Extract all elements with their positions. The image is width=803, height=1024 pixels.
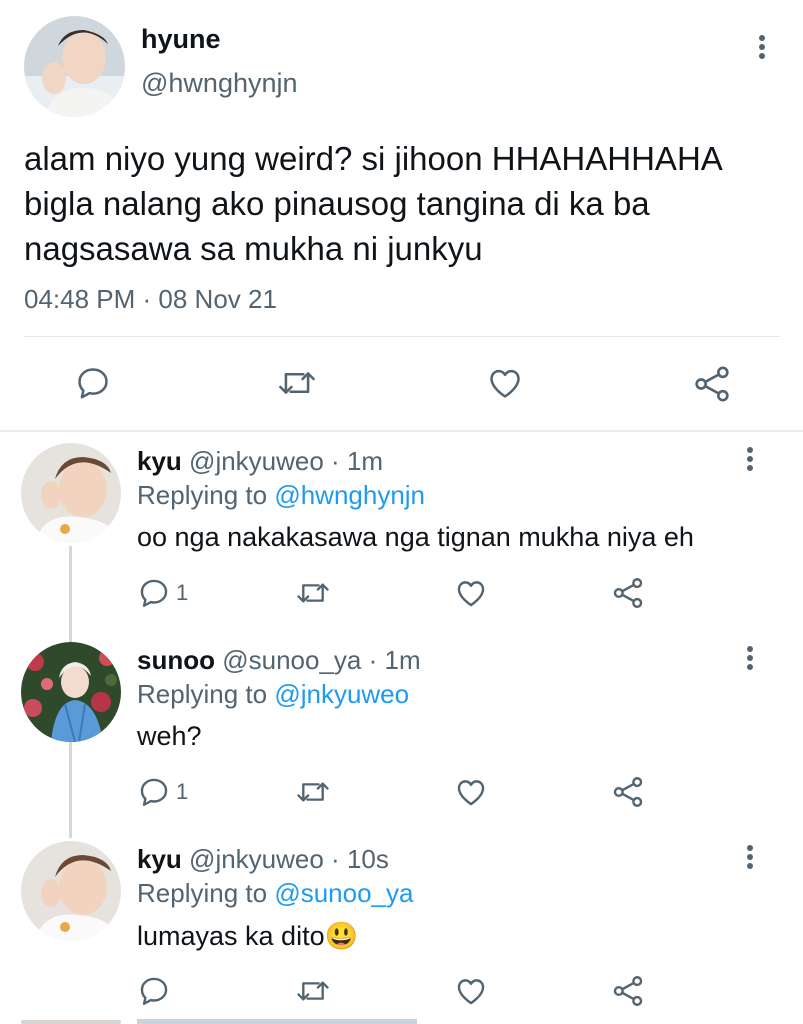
reply-icon[interactable] — [137, 576, 171, 610]
display-name[interactable]: kyu — [137, 446, 182, 476]
share-icon[interactable] — [692, 364, 732, 404]
reply-text: lumayas ka dito — [137, 921, 325, 951]
reply-count: 1 — [176, 580, 189, 605]
reply-header: sunoo @sunoo_ya · 1m — [137, 645, 421, 676]
more-options-icon[interactable] — [750, 32, 774, 68]
user-handle[interactable]: @hwnghynjn — [141, 68, 298, 99]
share-icon[interactable] — [611, 974, 645, 1008]
section-divider — [0, 430, 803, 432]
like-icon[interactable] — [485, 364, 525, 402]
tweet-text-line: bigla nalang ako pinausog tangina di ka … — [24, 185, 650, 222]
reply-meta: @jnkyuweo · 1m — [189, 446, 384, 476]
retweet-icon[interactable] — [295, 974, 331, 1008]
avatar[interactable] — [24, 16, 125, 117]
replying-to-link[interactable]: @sunoo_ya — [274, 878, 413, 908]
divider — [24, 336, 780, 337]
grinning-emoji-icon: 😃 — [324, 921, 359, 951]
reply-header: kyu @jnkyuweo · 1m — [137, 446, 383, 477]
reply-count: 1 — [176, 779, 189, 804]
like-icon[interactable] — [453, 775, 489, 809]
replying-to-prefix: Replying to — [137, 679, 275, 709]
avatar[interactable] — [21, 443, 121, 543]
tweet-text-line: alam niyo yung weird? si jihoon HHAHAHHA… — [24, 140, 723, 177]
tweet-text: alam niyo yung weird? si jihoon HHAHAHHA… — [24, 136, 723, 271]
more-options-icon[interactable] — [738, 643, 762, 679]
reply-meta: @jnkyuweo · 10s — [189, 844, 389, 874]
tweet-text-line: nagsasawa sa mukha ni junkyu — [24, 230, 483, 267]
share-icon[interactable] — [611, 576, 645, 610]
retweet-icon[interactable] — [295, 775, 331, 809]
reply-icon[interactable] — [137, 775, 171, 809]
replying-to-prefix: Replying to — [137, 480, 275, 510]
retweet-icon[interactable] — [295, 576, 331, 610]
replying-to: Replying to @sunoo_ya — [137, 878, 413, 909]
replying-to: Replying to @hwnghynjn — [137, 480, 425, 511]
next-reply-partial — [137, 1019, 417, 1024]
reply-text: weh? — [137, 721, 202, 751]
replying-to: Replying to @jnkyuweo — [137, 679, 409, 710]
retweet-icon[interactable] — [276, 364, 318, 402]
tweet-timestamp[interactable]: 04:48 PM · 08 Nov 21 — [24, 284, 277, 315]
more-options-icon[interactable] — [738, 842, 762, 878]
reply-text-row: lumayas ka dito😃 — [137, 920, 358, 952]
more-options-icon[interactable] — [738, 444, 762, 480]
reply-meta: @sunoo_ya · 1m — [222, 645, 421, 675]
avatar[interactable] — [21, 642, 121, 742]
replying-to-link[interactable]: @hwnghynjn — [274, 480, 425, 510]
display-name[interactable]: hyune — [141, 24, 221, 55]
share-icon[interactable] — [611, 775, 645, 809]
replying-to-link[interactable]: @jnkyuweo — [274, 679, 409, 709]
reply-icon[interactable] — [74, 364, 112, 402]
reply-header: kyu @jnkyuweo · 10s — [137, 844, 389, 875]
reply-icon[interactable] — [137, 974, 171, 1008]
display-name[interactable]: kyu — [137, 844, 182, 874]
next-avatar-partial — [21, 1020, 121, 1024]
like-icon[interactable] — [453, 974, 489, 1008]
avatar[interactable] — [21, 841, 121, 941]
reply-text: oo nga nakakasawa nga tignan mukha niya … — [137, 522, 694, 552]
replying-to-prefix: Replying to — [137, 878, 275, 908]
like-icon[interactable] — [453, 576, 489, 610]
display-name[interactable]: sunoo — [137, 645, 215, 675]
